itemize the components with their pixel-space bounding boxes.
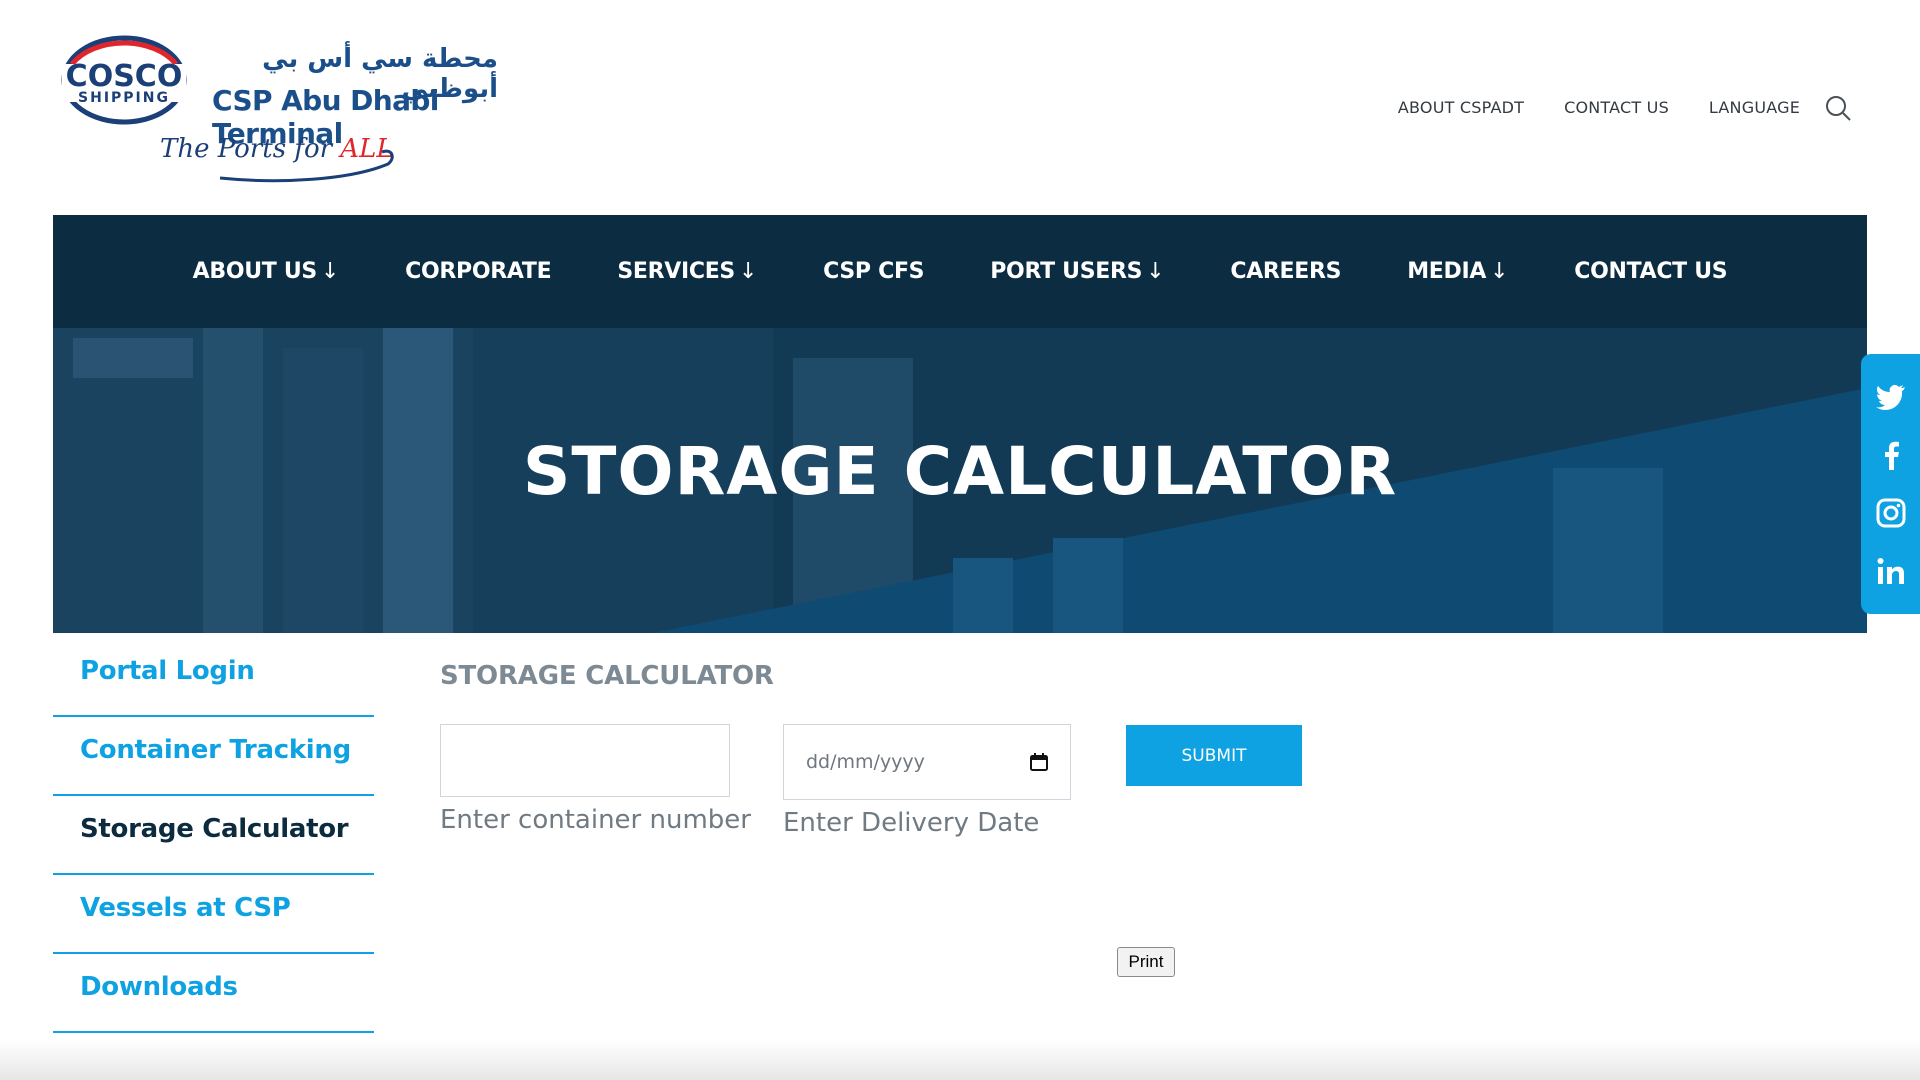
search-icon[interactable] — [1824, 94, 1852, 122]
top-link-about-cspadt[interactable]: ABOUT CSPADT — [1398, 98, 1524, 117]
hero-title: STORAGE CALCULATOR — [522, 433, 1398, 510]
twitter-icon[interactable] — [1874, 380, 1908, 414]
nav-contact-us[interactable]: CONTACT US — [1574, 259, 1727, 284]
linkedin-icon[interactable] — [1874, 554, 1908, 588]
cosco-emblem-icon: COSCO SHIPPING — [61, 35, 187, 125]
logo-shipping-text: SHIPPING — [78, 90, 170, 106]
arrow-down-icon: ↓ — [738, 259, 758, 284]
page-bottom-edge — [0, 1040, 1920, 1080]
arrow-down-icon: ↓ — [1146, 259, 1165, 284]
main-nav: ABOUT US ↓ CORPORATE SERVICES ↓ CSP CFS PO… — [53, 215, 1867, 328]
site-logo[interactable]: COSCO SHIPPING محطة سي أس بي أبوظبي CSP … — [58, 34, 498, 184]
container-number-input[interactable] — [440, 724, 730, 797]
hero-banner: ABOUT US ↓ CORPORATE SERVICES ↓ CSP CFS PO… — [53, 215, 1867, 633]
submit-button[interactable]: SUBMIT — [1126, 725, 1302, 786]
delivery-date-help: Enter Delivery Date — [783, 808, 1040, 838]
section-title: STORAGE CALCULATOR — [440, 661, 774, 691]
sidebar-item-storage-calculator[interactable]: Storage Calculator — [53, 796, 374, 875]
container-number-help: Enter container number — [440, 805, 751, 835]
sidebar: Portal Login Container Tracking Storage … — [53, 638, 374, 1033]
nav-csp-cfs[interactable]: CSP CFS — [823, 259, 924, 284]
top-link-language[interactable]: LANGUAGE — [1709, 98, 1800, 117]
logo-tagline: The Ports for ALL — [160, 134, 400, 184]
top-link-contact-us[interactable]: CONTACT US — [1564, 98, 1669, 117]
arrow-down-icon: ↓ — [320, 259, 340, 284]
calendar-icon[interactable] — [1030, 753, 1048, 771]
nav-port-users[interactable]: PORT USERS ↓ — [990, 259, 1164, 284]
nav-media[interactable]: MEDIA ↓ — [1407, 259, 1508, 284]
facebook-icon[interactable] — [1874, 438, 1908, 472]
sidebar-item-portal-login[interactable]: Portal Login — [53, 638, 374, 717]
sidebar-item-vessels-at-csp[interactable]: Vessels at CSP — [53, 875, 374, 954]
date-placeholder: dd/mm/yyyy — [806, 751, 925, 773]
logo-cosco-text: COSCO — [66, 59, 183, 94]
nav-careers[interactable]: CAREERS — [1230, 259, 1341, 284]
print-button[interactable]: Print — [1117, 947, 1175, 977]
arrow-down-icon: ↓ — [1490, 259, 1509, 284]
sidebar-item-container-tracking[interactable]: Container Tracking — [53, 717, 374, 796]
delivery-date-input[interactable]: dd/mm/yyyy — [783, 724, 1071, 800]
instagram-icon[interactable] — [1874, 496, 1908, 530]
sidebar-item-downloads[interactable]: Downloads — [53, 954, 374, 1033]
social-links — [1861, 354, 1920, 614]
nav-corporate[interactable]: CORPORATE — [405, 259, 552, 284]
nav-about-us[interactable]: ABOUT US ↓ — [193, 259, 340, 284]
utility-nav: ABOUT CSPADT CONTACT US LANGUAGE — [1398, 98, 1800, 117]
nav-services[interactable]: SERVICES ↓ — [617, 259, 757, 284]
tagline-swoosh-icon — [219, 149, 394, 183]
